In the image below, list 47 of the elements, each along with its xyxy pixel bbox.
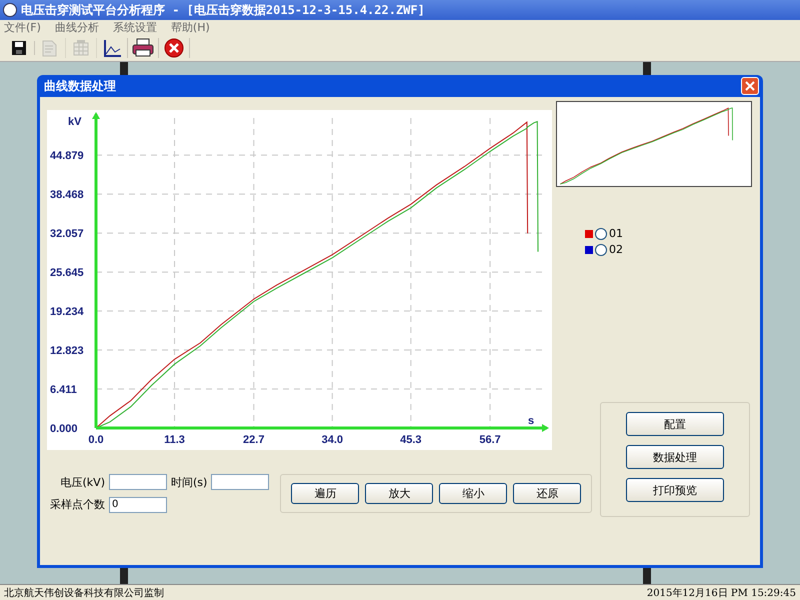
y-tick-label: 19.234	[50, 306, 84, 318]
status-text: 北京航天伟创设备科技有限公司监制	[4, 586, 164, 600]
toolbar-button[interactable]: 还原	[513, 483, 582, 504]
x-tick-label: 45.3	[400, 434, 422, 446]
x-tick-label: 34.0	[322, 434, 343, 446]
action-button[interactable]: 配置	[626, 412, 724, 436]
toolbar-button[interactable]: 遍历	[291, 483, 360, 504]
x-tick-label: 0.0	[88, 434, 104, 446]
app-icon	[3, 3, 17, 17]
field-label: 电压(kV)	[60, 474, 105, 490]
x-axis-unit: s	[528, 415, 534, 427]
dialog-title: 曲线数据处理	[44, 78, 116, 94]
status-datetime: 2015年12月16日 PM 15:29:45	[646, 586, 796, 600]
legend-label: 02	[609, 243, 623, 256]
close-icon	[745, 81, 755, 91]
field-label: 采样点个数	[50, 497, 105, 512]
menu-item[interactable]: 帮助(H)	[170, 20, 210, 35]
action-button[interactable]: 打印预览	[626, 478, 724, 502]
toolbar-button[interactable]: 缩小	[439, 483, 508, 504]
chart-icon[interactable]	[102, 38, 122, 58]
radio-button[interactable]	[595, 244, 607, 256]
y-axis-unit: kV	[68, 116, 82, 128]
action-button[interactable]: 数据处理	[626, 445, 724, 469]
close-button[interactable]	[741, 77, 759, 95]
window-title: 电压击穿测试平台分析程序 - [电压击穿数据2015-12-3-15.4.22.ZWF]	[21, 2, 425, 18]
menu-item[interactable]: 文件(F)	[4, 20, 41, 35]
y-tick-label: 12.823	[50, 345, 84, 358]
y-tick-label: 0.000	[50, 423, 78, 435]
input-field[interactable]	[109, 474, 167, 490]
toolbar-button[interactable]: 放大	[365, 483, 434, 504]
legend-label: 01	[609, 227, 623, 240]
close-icon[interactable]	[164, 38, 184, 58]
x-tick-label: 22.7	[243, 434, 264, 446]
printer-icon[interactable]	[132, 38, 154, 58]
input-field[interactable]	[211, 474, 270, 490]
y-tick-label: 44.879	[50, 150, 84, 162]
y-tick-label: 6.411	[50, 384, 77, 396]
x-tick-label: 11.3	[164, 434, 185, 446]
menu-item[interactable]: 系统设置	[112, 20, 157, 35]
radio-button[interactable]	[595, 228, 607, 240]
input-field[interactable]: 0	[109, 496, 167, 513]
field-label: 时间(s)	[171, 474, 208, 490]
y-tick-label: 38.468	[50, 189, 84, 202]
x-tick-label: 56.7	[479, 434, 501, 446]
y-tick-label: 32.057	[50, 228, 84, 240]
y-tick-label: 25.645	[50, 267, 84, 280]
menu-item[interactable]: 曲线分析	[54, 20, 99, 35]
